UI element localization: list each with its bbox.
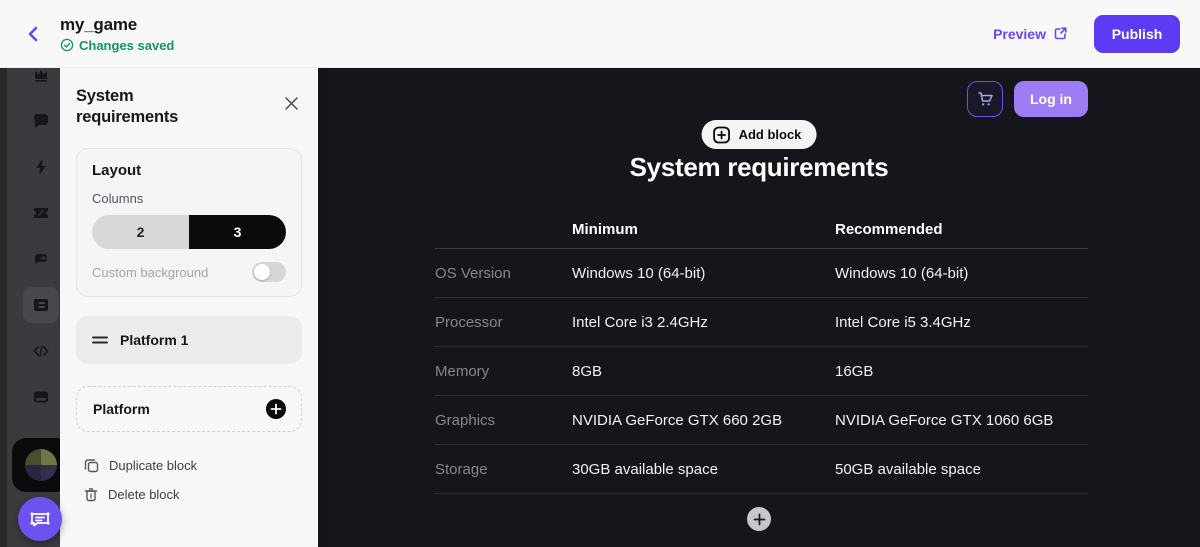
trash-icon: [84, 487, 98, 502]
table-row[interactable]: Storage 30GB available space 50GB availa…: [435, 445, 1088, 494]
table-row[interactable]: OS Version Windows 10 (64-bit) Windows 1…: [435, 249, 1088, 298]
row-recommended-value: Intel Core i5 3.4GHz: [835, 314, 1088, 331]
close-panel-button[interactable]: [280, 92, 302, 114]
row-recommended-value: 16GB: [835, 363, 1088, 380]
duplicate-block-button[interactable]: Duplicate block: [84, 458, 197, 473]
cart-button[interactable]: [967, 81, 1003, 117]
row-label: Graphics: [435, 412, 572, 429]
row-label: Processor: [435, 314, 572, 331]
topbar: my_game Changes saved Preview Publish: [0, 0, 1200, 68]
browser-icon[interactable]: [23, 379, 59, 415]
login-button[interactable]: Log in: [1014, 81, 1088, 117]
add-platform-label: Platform: [93, 401, 150, 417]
feedback-icon[interactable]: [23, 241, 59, 277]
columns-option-3[interactable]: 3: [189, 215, 286, 249]
table-row[interactable]: Graphics NVIDIA GeForce GTX 660 2GB NVID…: [435, 396, 1088, 445]
plus-icon: [753, 513, 766, 526]
platform-item-label: Platform 1: [120, 332, 188, 348]
chat-widget-button[interactable]: [18, 497, 62, 541]
columns-segmented-control: 2 3: [92, 215, 286, 249]
custom-background-toggle[interactable]: [252, 262, 286, 282]
code-icon[interactable]: [23, 333, 59, 369]
row-recommended-value: Windows 10 (64-bit): [835, 265, 1088, 282]
add-block-label: Add block: [739, 127, 802, 142]
row-label: OS Version: [435, 265, 572, 282]
chevron-left-icon: [26, 26, 40, 42]
close-icon: [284, 96, 299, 111]
section-heading: System requirements: [318, 152, 1200, 183]
preview-label: Preview: [993, 26, 1046, 42]
plus-square-icon: [713, 126, 731, 144]
row-recommended-value: 50GB available space: [835, 461, 1088, 478]
publish-button[interactable]: Publish: [1094, 15, 1180, 53]
row-minimum-value: Windows 10 (64-bit): [572, 265, 835, 282]
duplicate-icon: [84, 458, 99, 473]
lightning-icon[interactable]: [23, 149, 59, 185]
row-minimum-value: 30GB available space: [572, 461, 835, 478]
preview-button[interactable]: Preview: [993, 26, 1068, 42]
custom-background-row: Custom background: [92, 262, 286, 282]
platform-item[interactable]: Platform 1: [76, 316, 302, 364]
page-preview: Log in Add block System requirements Min…: [318, 68, 1200, 547]
column-header-recommended: Recommended: [835, 221, 1088, 238]
requirements-table: Minimum Recommended OS Version Windows 1…: [435, 210, 1088, 494]
table-header-row: Minimum Recommended: [435, 210, 1088, 249]
plus-circle-icon: [265, 398, 287, 420]
row-minimum-value: 8GB: [572, 363, 835, 380]
columns-label: Columns: [92, 191, 286, 206]
columns-option-2[interactable]: 2: [92, 215, 189, 249]
title-block: my_game Changes saved: [60, 15, 174, 53]
custom-background-label: Custom background: [92, 265, 208, 280]
layout-card: Layout Columns 2 3 Custom background: [76, 148, 302, 297]
comment-icon[interactable]: [23, 103, 59, 139]
layout-card-title: Layout: [92, 162, 286, 179]
row-label: Storage: [435, 461, 572, 478]
duplicate-block-label: Duplicate block: [109, 458, 197, 473]
toggle-knob: [254, 264, 270, 280]
cart-icon: [976, 90, 994, 108]
table-row[interactable]: Memory 8GB 16GB: [435, 347, 1088, 396]
back-button[interactable]: [16, 17, 50, 51]
external-link-icon: [1053, 26, 1068, 41]
add-block-button[interactable]: Add block: [702, 120, 817, 149]
drag-handle-icon: [92, 335, 108, 345]
game-editor-app: my_game Changes saved Preview Publish: [0, 0, 1200, 547]
coupon-icon[interactable]: [23, 195, 59, 231]
add-platform-button[interactable]: Platform: [76, 386, 302, 432]
status-text: Changes saved: [79, 38, 174, 53]
block-icon-list: [23, 57, 59, 415]
game-logo-avatar: [25, 449, 57, 481]
check-circle-icon: [60, 38, 74, 52]
topbar-actions: Preview Publish: [993, 15, 1200, 53]
block-settings-panel: System requirements Layout Columns 2 3 C…: [60, 68, 318, 547]
list-icon[interactable]: [23, 287, 59, 323]
preview-header-actions: Log in: [967, 81, 1088, 117]
column-header-minimum: Minimum: [572, 221, 835, 238]
row-minimum-value: Intel Core i3 2.4GHz: [572, 314, 835, 331]
row-minimum-value: NVIDIA GeForce GTX 660 2GB: [572, 412, 835, 429]
table-row[interactable]: Processor Intel Core i3 2.4GHz Intel Cor…: [435, 298, 1088, 347]
row-label: Memory: [435, 363, 572, 380]
delete-block-button[interactable]: Delete block: [84, 487, 180, 502]
chat-bubble-icon: [28, 507, 52, 531]
delete-block-label: Delete block: [108, 487, 180, 502]
save-status: Changes saved: [60, 38, 174, 53]
page-title: my_game: [60, 15, 174, 35]
panel-title: System requirements: [76, 86, 226, 127]
add-section-button[interactable]: [747, 507, 771, 531]
row-recommended-value: NVIDIA GeForce GTX 1060 6GB: [835, 412, 1088, 429]
